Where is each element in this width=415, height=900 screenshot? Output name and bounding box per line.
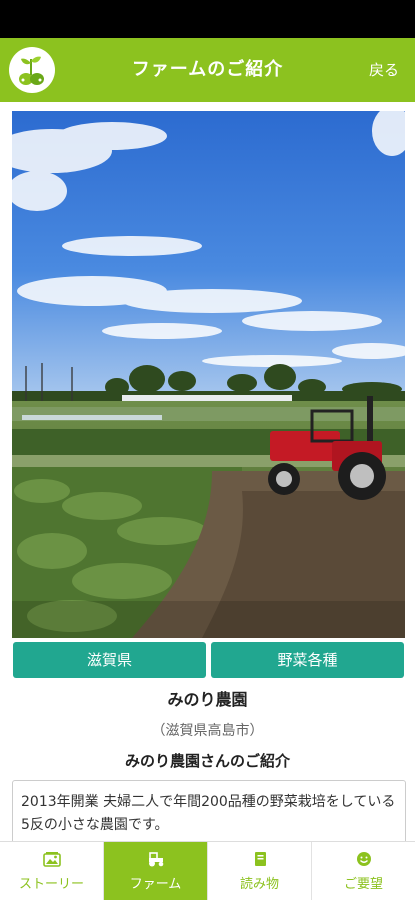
- nav-item-farm[interactable]: ファーム: [104, 842, 208, 900]
- nav-label-story: ストーリー: [18, 876, 84, 892]
- book-icon: [251, 851, 269, 867]
- nav-label-farm: ファーム: [129, 876, 182, 892]
- farm-photo: [12, 111, 405, 638]
- nav-item-reading[interactable]: 読み物: [208, 842, 312, 900]
- tag-crop-type[interactable]: 野菜各種: [211, 642, 404, 678]
- nav-label-request: ご要望: [343, 876, 383, 892]
- intro-heading: みのり農園さんのご紹介: [124, 752, 290, 770]
- photo-icon: [42, 851, 61, 867]
- back-button[interactable]: 戻る: [369, 38, 399, 102]
- smile-icon: [355, 851, 373, 867]
- intro-text: 2013年開業 夫婦二人で年間200品種の野菜栽培をしている5反の小さな農園です…: [12, 780, 406, 850]
- nav-label-reading: 読み物: [239, 876, 279, 892]
- farm-name: みのり農園: [167, 690, 248, 709]
- bottom-nav: ストーリー ファーム 読み物 ご要望: [0, 841, 415, 900]
- tag-prefecture[interactable]: 滋賀県: [13, 642, 206, 678]
- status-bar: [0, 0, 415, 38]
- nav-item-request[interactable]: ご要望: [312, 842, 415, 900]
- tractor-icon: [147, 851, 165, 867]
- farm-location: （滋賀県高島市）: [151, 723, 264, 739]
- app-header: ファームのご紹介 戻る: [0, 38, 415, 102]
- nav-item-story[interactable]: ストーリー: [0, 842, 104, 900]
- page-title: ファームのご紹介: [131, 59, 284, 80]
